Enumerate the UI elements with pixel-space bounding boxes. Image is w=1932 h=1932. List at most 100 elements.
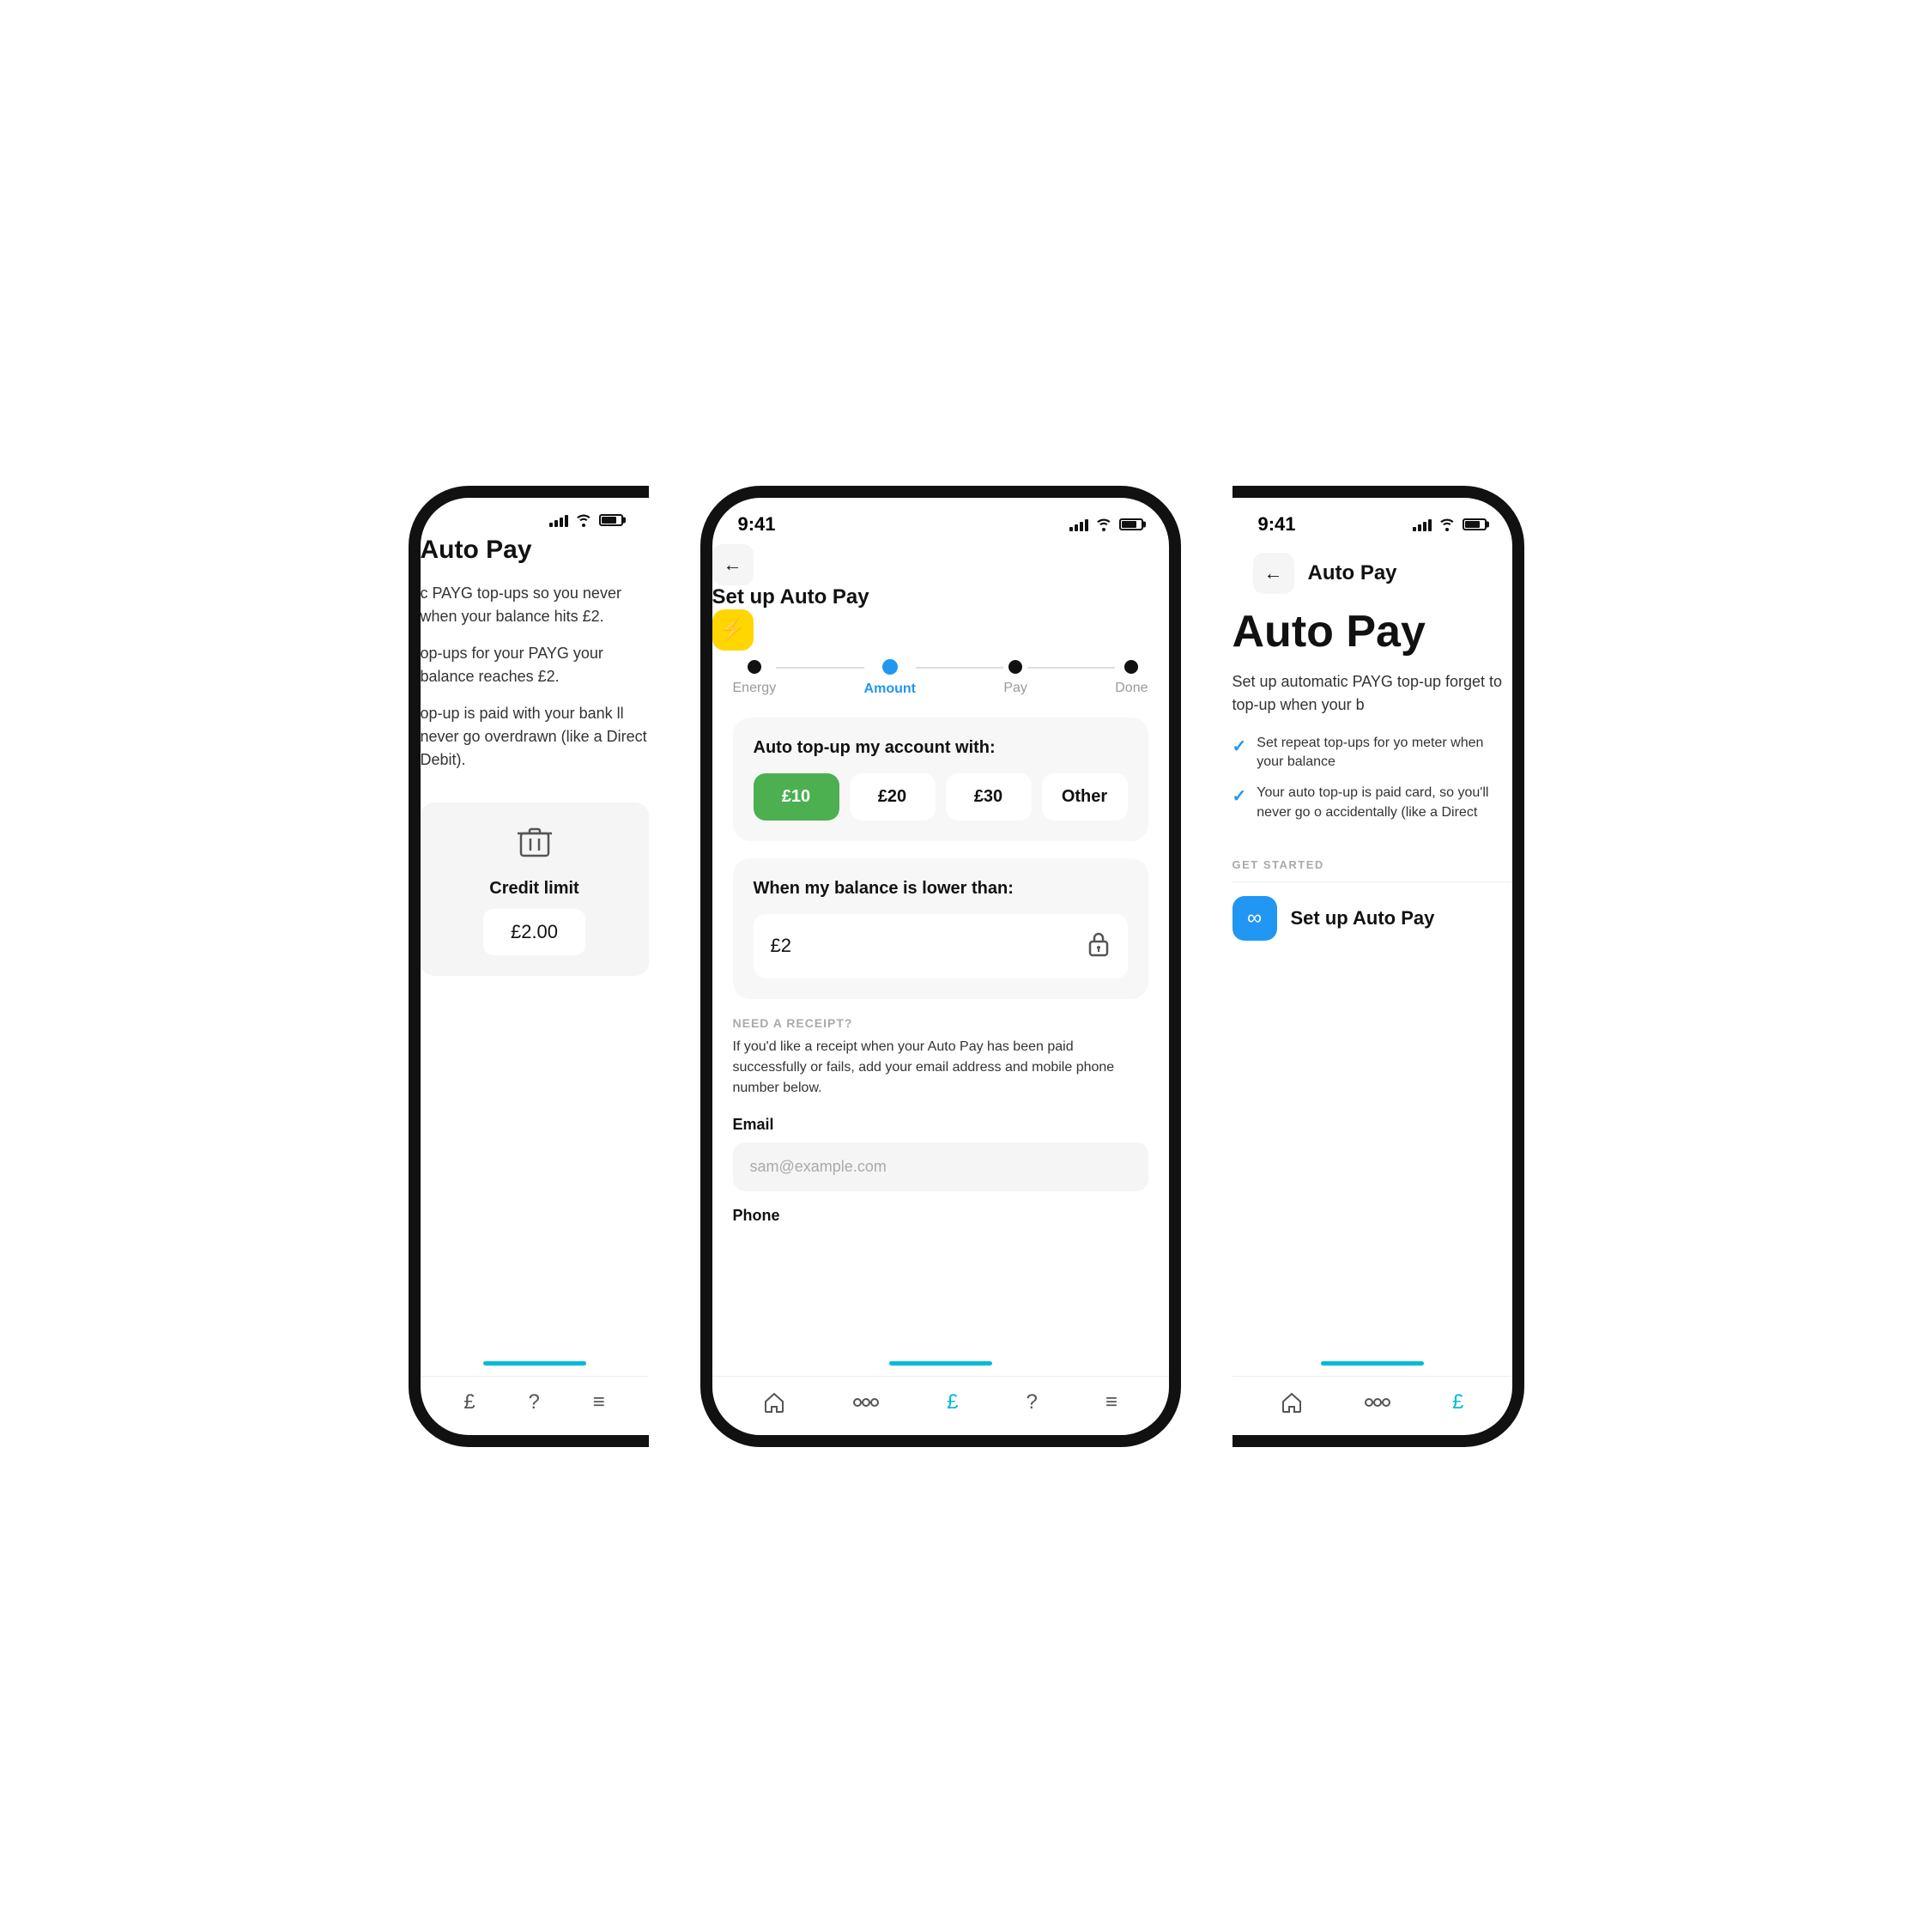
- amount-card: Auto top-up my account with: £10 £20 £30…: [733, 718, 1148, 841]
- step-pay: Pay: [1003, 660, 1027, 696]
- mid-status-bar: 9:41: [712, 498, 1169, 544]
- balance-input-row: £2: [754, 914, 1128, 978]
- nav-help[interactable]: ?: [528, 1390, 539, 1414]
- mid-nav-billing[interactable]: £: [947, 1390, 958, 1414]
- mid-signal-icon: [1069, 518, 1088, 531]
- mid-header-title: Set up Auto Pay: [712, 585, 1169, 609]
- right-wifi-icon: [1438, 518, 1456, 531]
- progress-steps: Energy Amount Pay Done: [712, 651, 1169, 718]
- checklist-text-1: Set repeat top-ups for yo meter when you…: [1257, 734, 1511, 772]
- mid-back-button[interactable]: ←: [712, 544, 754, 585]
- lock-icon: [1087, 930, 1111, 963]
- signal-icon: [549, 513, 568, 527]
- mid-wifi-icon: [1095, 518, 1112, 531]
- step-energy: Energy: [733, 660, 777, 696]
- receipt-desc: If you'd like a receipt when your Auto P…: [733, 1037, 1148, 1099]
- checklist-item-1: ✓ Set repeat top-ups for yo meter when y…: [1232, 734, 1512, 772]
- step-line-1: [776, 667, 863, 669]
- step-line-2: [916, 667, 1003, 669]
- right-header: ← Auto Pay: [1232, 544, 1512, 608]
- right-status-bar: 9:41: [1232, 498, 1512, 544]
- step-done-label: Done: [1115, 681, 1148, 696]
- checkmark-icon-1: ✓: [1232, 735, 1247, 759]
- wifi-icon: [575, 513, 592, 527]
- mid-time: 9:41: [738, 513, 776, 536]
- battery-icon: [599, 514, 623, 526]
- trash-icon: [516, 823, 554, 869]
- right-nav-home[interactable]: [1281, 1391, 1303, 1414]
- mid-nav-connect[interactable]: [853, 1394, 879, 1411]
- amount-card-title: Auto top-up my account with:: [754, 738, 1128, 758]
- step-line-3: [1027, 667, 1115, 669]
- step-done: Done: [1115, 660, 1148, 696]
- checkmark-icon-2: ✓: [1232, 784, 1247, 809]
- right-header-title: Auto Pay: [1308, 561, 1397, 585]
- mid-nav-home[interactable]: [763, 1391, 785, 1414]
- right-back-button[interactable]: ←: [1253, 553, 1294, 594]
- left-title: Auto Pay: [421, 536, 649, 565]
- checklist: ✓ Set repeat top-ups for yo meter when y…: [1232, 734, 1512, 835]
- left-status-icons: [549, 513, 623, 527]
- divider: [1232, 881, 1512, 882]
- left-status-bar: [421, 498, 649, 536]
- auto-pay-title: Auto Pay: [1232, 608, 1512, 657]
- mid-status-icons: [1069, 518, 1143, 531]
- get-started-label: GET STARTED: [1232, 858, 1512, 871]
- mid-nav-help[interactable]: ?: [1027, 1390, 1038, 1414]
- step-amount: Amount: [864, 659, 916, 697]
- right-nav-connect[interactable]: [1365, 1394, 1390, 1411]
- left-body-2: op-ups for your PAYG your balance reache…: [421, 642, 649, 688]
- bottom-line: [483, 1361, 586, 1366]
- receipt-label: NEED A RECEIPT?: [733, 1016, 1148, 1030]
- right-nav-billing[interactable]: £: [1452, 1390, 1463, 1414]
- credit-limit-label: Credit limit: [489, 879, 578, 899]
- auto-pay-desc: Set up automatic PAYG top-up forget to t…: [1232, 670, 1512, 717]
- mid-bottom-line: [889, 1361, 992, 1366]
- nav-menu[interactable]: ≡: [593, 1390, 605, 1414]
- setup-btn-label: Set up Auto Pay: [1291, 907, 1435, 930]
- amount-30-button[interactable]: £30: [946, 773, 1032, 821]
- step-pay-label: Pay: [1003, 681, 1027, 696]
- setup-auto-pay-button[interactable]: ∞ Set up Auto Pay: [1232, 896, 1512, 941]
- balance-value: £2: [771, 935, 791, 957]
- mid-header: ← Set up Auto Pay ⚡: [712, 544, 1169, 651]
- credit-limit-value: £2.00: [483, 909, 585, 955]
- left-phone: Auto Pay c PAYG top-ups so you never whe…: [409, 486, 649, 1447]
- left-screen-content: Auto Pay c PAYG top-ups so you never whe…: [421, 536, 649, 1361]
- step-amount-dot: [882, 659, 898, 675]
- right-status-icons: [1413, 518, 1487, 531]
- right-screen-content: Auto Pay Set up automatic PAYG top-up fo…: [1232, 608, 1512, 984]
- right-time: 9:41: [1258, 513, 1296, 536]
- step-amount-label: Amount: [864, 681, 916, 697]
- left-body-3: op-up is paid with your bank ll never go…: [421, 702, 649, 772]
- phone-field-label: Phone: [733, 1207, 1148, 1225]
- right-bottom-line: [1321, 1361, 1424, 1366]
- amount-other-button[interactable]: Other: [1042, 773, 1128, 821]
- mid-nav-menu[interactable]: ≡: [1105, 1390, 1117, 1414]
- receipt-section: NEED A RECEIPT? If you'd like a receipt …: [712, 1016, 1169, 1251]
- left-delete-area: Credit limit £2.00: [421, 802, 649, 976]
- balance-card: When my balance is lower than: £2: [733, 858, 1148, 999]
- email-input[interactable]: sam@example.com: [733, 1142, 1148, 1191]
- right-battery-icon: [1463, 518, 1487, 530]
- left-bottom-nav: £ ? ≡: [421, 1376, 649, 1435]
- checklist-text-2: Your auto top-up is paid card, so you'll…: [1257, 784, 1511, 822]
- step-energy-dot: [748, 660, 761, 674]
- lightning-button[interactable]: ⚡: [712, 609, 754, 651]
- right-bottom-nav: £: [1232, 1376, 1512, 1435]
- right-signal-icon: [1413, 518, 1432, 531]
- checklist-item-2: ✓ Your auto top-up is paid card, so you'…: [1232, 784, 1512, 822]
- step-pay-dot: [1008, 660, 1022, 674]
- amount-options: £10 £20 £30 Other: [754, 773, 1128, 821]
- step-done-dot: [1124, 660, 1138, 674]
- mid-battery-icon: [1119, 518, 1143, 530]
- left-body-1: c PAYG top-ups so you never when your ba…: [421, 582, 649, 628]
- mid-phone: 9:41 ← Set up Auto Pay ⚡ Energy Amount: [700, 486, 1181, 1447]
- email-field-label: Email: [733, 1116, 1148, 1134]
- amount-10-button[interactable]: £10: [754, 773, 839, 821]
- step-energy-label: Energy: [733, 681, 777, 696]
- infinity-icon: ∞: [1232, 896, 1277, 941]
- nav-billing[interactable]: £: [463, 1390, 475, 1414]
- right-phone: 9:41 ← Auto Pay Auto Pay Set up automati…: [1232, 486, 1524, 1447]
- amount-20-button[interactable]: £20: [850, 773, 936, 821]
